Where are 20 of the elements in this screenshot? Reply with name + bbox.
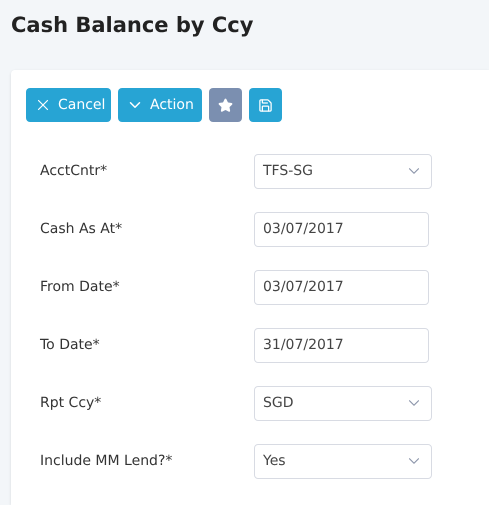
field-label: Rpt Ccy* — [40, 394, 102, 412]
favorite-button[interactable] — [209, 88, 242, 122]
save-icon — [258, 98, 273, 112]
select-field[interactable]: Yes — [254, 444, 432, 478]
date-field[interactable]: 03/07/2017 — [254, 270, 429, 304]
select-field[interactable]: TFS-SG — [254, 154, 432, 188]
field-label: Cash As At* — [40, 220, 124, 238]
date-field[interactable]: 03/07/2017 — [254, 212, 429, 246]
select-value: Yes — [263, 452, 286, 470]
star-icon — [218, 98, 233, 112]
select-value: SGD — [263, 394, 294, 412]
field-label: AcctCntr* — [40, 162, 108, 180]
field-label: From Date* — [40, 278, 121, 296]
save-button[interactable] — [249, 88, 282, 122]
page-title: Cash Balance by Ccy — [10, 12, 254, 39]
field-label: Include MM Lend?* — [40, 452, 174, 470]
select-value: TFS-SG — [263, 162, 314, 180]
date-field[interactable]: 31/07/2017 — [254, 328, 429, 362]
field-label: To Date* — [40, 336, 101, 354]
select-field[interactable]: SGD — [254, 386, 432, 420]
